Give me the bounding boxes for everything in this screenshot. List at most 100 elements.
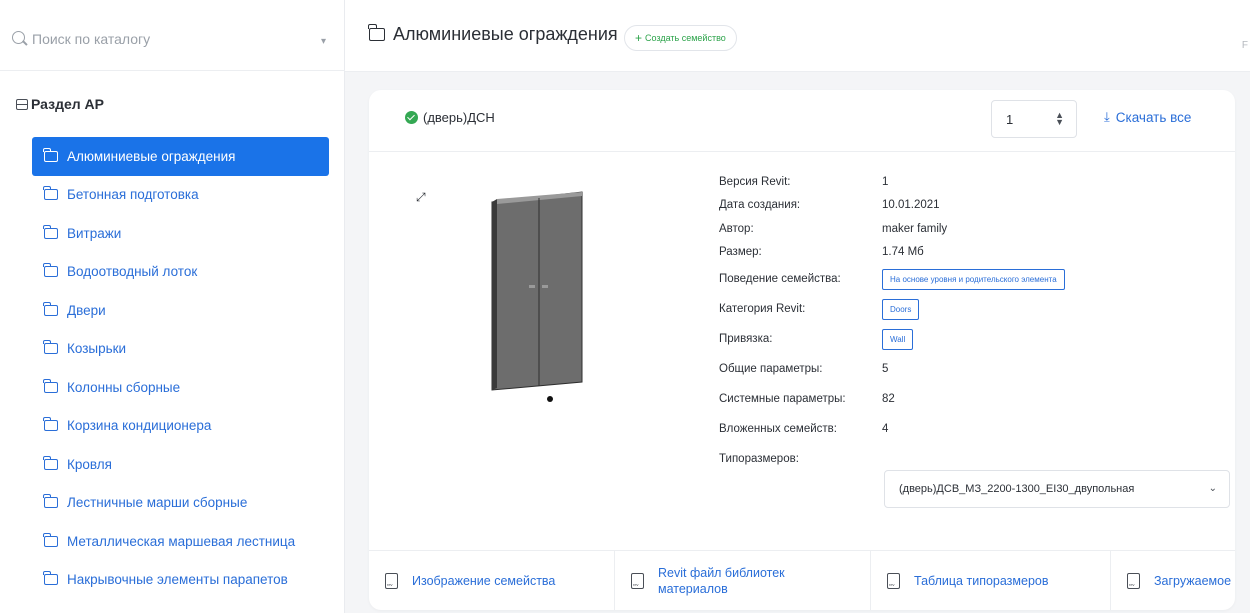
file-tab-label: Revit файл библиотек материалов <box>658 566 785 596</box>
folder-icon <box>43 455 58 470</box>
prop-value: 5 <box>882 363 889 375</box>
page-title: Алюминиевые ограждения <box>368 24 618 45</box>
updown-arrows-icon[interactable]: ▲ ▼ <box>1055 111 1064 127</box>
chevron-down-icon: ⌄ <box>1208 483 1217 494</box>
prop-row-nested-families: Вложенных семейств: 4 <box>706 414 1226 444</box>
sidebar-item-drainage-tray[interactable]: Водоотводный лоток <box>32 253 329 292</box>
create-family-label: Создать семейство <box>645 33 726 43</box>
prop-key: Вложенных семейств: <box>719 423 837 435</box>
sidebar-item-ac-basket[interactable]: Корзина кондиционера <box>32 407 329 446</box>
sidebar-item-label: Металлическая маршевая лестница <box>67 533 296 549</box>
sidebar-item-label: Витражи <box>67 225 122 241</box>
prop-key: Автор: <box>719 222 754 235</box>
family-name-label: (дверь)ДСН <box>423 110 495 125</box>
folder-icon <box>43 186 58 201</box>
section-title-label: Раздел АР <box>31 96 104 112</box>
door-preview-image <box>491 191 583 391</box>
file-tab-material-library[interactable]: Revit файл библиотек материалов <box>615 551 871 610</box>
download-all-label: Скачать все <box>1115 109 1192 125</box>
file-icon <box>631 573 644 589</box>
prop-key: Системные параметры: <box>719 393 846 405</box>
behavior-chip[interactable]: На основе уровня и родительского элемент… <box>882 268 1065 290</box>
download-all-button[interactable]: ⤓ Скачать все <box>1104 109 1191 125</box>
folder-icon <box>43 494 58 509</box>
file-icon <box>1127 573 1140 589</box>
sidebar-item-label: Двери <box>67 302 106 318</box>
chevron-down-icon[interactable]: ▾ <box>321 36 326 47</box>
sidebar-item-precast-columns[interactable]: Колонны сборные <box>32 368 329 407</box>
prop-value: maker family <box>882 222 948 235</box>
prop-key: Категория Revit: <box>719 303 806 315</box>
category-chip[interactable]: Doors <box>882 298 920 320</box>
prop-key: Общие параметры: <box>719 363 823 375</box>
sidebar-item-label: Накрывочные элементы парапетов <box>67 572 288 588</box>
type-size-select[interactable]: (дверь)ДСВ_МЗ_2200-1300_EI30_двупольная … <box>884 470 1230 508</box>
sidebar-item-precast-stairs[interactable]: Лестничные марши сборные <box>32 484 329 523</box>
prop-value: 10.01.2021 <box>882 199 940 212</box>
sidebar-item-concrete-prep[interactable]: Бетонная подготовка <box>32 176 329 215</box>
section-title[interactable]: Раздел АР <box>16 96 104 112</box>
file-tab-type-table[interactable]: Таблица типоразмеров <box>871 551 1111 610</box>
sidebar-item-label: Кровля <box>67 456 112 472</box>
file-tabs: Изображение семейства Revit файл библиот… <box>369 550 1235 610</box>
card-header: (дверь)ДСН 1 ▲ ▼ ⤓ Скачать все <box>369 90 1235 152</box>
file-tab-family-image[interactable]: Изображение семейства <box>369 551 615 610</box>
prop-row-size: Размер: 1.74 Мб <box>706 241 1226 265</box>
prop-key: Привязка: <box>719 333 773 345</box>
folder-icon <box>43 417 58 432</box>
prop-key: Версия Revit: <box>719 175 791 188</box>
folder-icon <box>368 24 385 41</box>
file-tab-loadable[interactable]: Загружаемое <box>1111 551 1235 610</box>
prop-key: Размер: <box>719 246 762 259</box>
sidebar-item-label: Бетонная подготовка <box>67 187 199 203</box>
sidebar-item-label: Корзина кондиционера <box>67 418 212 434</box>
prop-row-system-params: Системные параметры: 82 <box>706 384 1226 414</box>
prop-key: Типоразмеров: <box>719 453 799 465</box>
prop-row-behavior: Поведение семейства: На основе уровня и … <box>706 264 1226 294</box>
file-icon <box>887 573 900 589</box>
sidebar-item-label: Лестничные марши сборные <box>67 495 248 511</box>
family-card: (дверь)ДСН 1 ▲ ▼ ⤓ Скачать все ⤢ Версия R… <box>369 90 1235 610</box>
prop-row-author: Автор: maker family <box>706 217 1226 241</box>
sidebar-item-doors[interactable]: Двери <box>32 291 329 330</box>
create-family-button[interactable]: + Создать семейство <box>624 25 737 51</box>
folder-icon <box>43 147 58 162</box>
sidebar-item-label: Козырьки <box>67 341 127 357</box>
sidebar-item-aluminum-railings[interactable]: Алюминиевые ограждения <box>32 137 329 176</box>
expand-icon[interactable]: ⤢ <box>416 190 432 206</box>
prop-value: 82 <box>882 393 895 405</box>
sidebar-item-canopies[interactable]: Козырьки <box>32 330 329 369</box>
family-name: (дверь)ДСН <box>405 110 495 125</box>
sidebar-item-parapet-caps[interactable]: Накрывочные элементы парапетов <box>32 561 329 600</box>
file-tab-label: Загружаемое <box>1154 574 1232 588</box>
collapse-icon[interactable] <box>16 98 28 110</box>
prop-row-category: Категория Revit: Doors <box>706 294 1226 324</box>
sidebar-item-curtain-walls[interactable]: Витражи <box>32 214 329 253</box>
sidebar-item-metal-stair[interactable]: Металлическая маршевая лестница <box>32 522 329 561</box>
file-tab-label: Изображение семейства <box>412 574 556 588</box>
sidebar-item-label: Колонны сборные <box>67 379 181 395</box>
check-circle-icon <box>405 111 418 124</box>
topbar: Алюминиевые ограждения + Создать семейст… <box>345 0 1250 72</box>
sidebar-item-label: Водоотводный лоток <box>67 264 198 280</box>
prop-value: 1 <box>882 175 889 188</box>
plus-icon: + <box>635 31 643 45</box>
folder-icon <box>43 378 58 393</box>
prop-key: Поведение семейства: <box>719 273 841 285</box>
catalog-search[interactable]: ▾ <box>8 14 336 64</box>
pivot-dot <box>547 396 553 402</box>
sidebar: ▾ Раздел АР Алюминиевые ограждения Бетон… <box>0 0 345 613</box>
category-list: Алюминиевые ограждения Бетонная подготов… <box>32 137 329 599</box>
folder-icon <box>43 532 58 547</box>
quantity-stepper[interactable]: 1 ▲ ▼ <box>991 100 1077 138</box>
search-input[interactable] <box>32 31 302 47</box>
prop-key: Дата создания: <box>719 199 801 212</box>
download-icon: ⤓ <box>1104 109 1110 124</box>
type-size-value: (дверь)ДСВ_МЗ_2200-1300_EI30_двупольная <box>899 483 1135 495</box>
sidebar-item-roofing[interactable]: Кровля <box>32 445 329 484</box>
divider <box>0 70 345 71</box>
prop-row-created: Дата создания: 10.01.2021 <box>706 194 1226 218</box>
host-chip[interactable]: Wall <box>882 328 914 350</box>
prop-value: 1.74 Мб <box>882 246 924 259</box>
properties-table: Версия Revit: 1 Дата создания: 10.01.202… <box>706 170 1226 474</box>
